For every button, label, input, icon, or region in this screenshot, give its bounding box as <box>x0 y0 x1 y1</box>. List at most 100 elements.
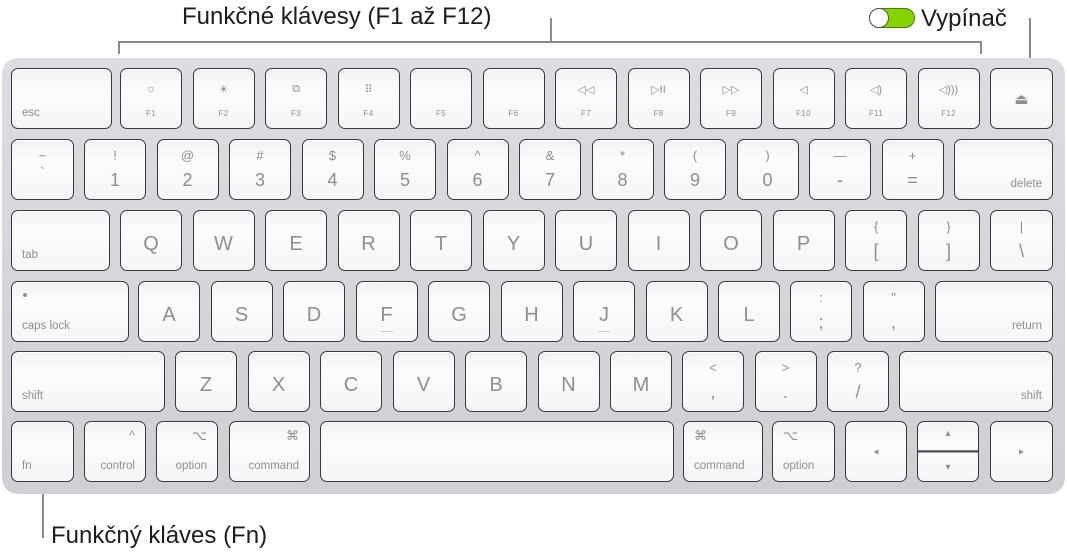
number-key[interactable]: $4 <box>301 139 364 200</box>
letter-key[interactable]: Z <box>175 351 237 412</box>
f-key-label: F11 <box>868 109 884 118</box>
key-upper-label: @ <box>180 148 195 163</box>
arrow-right-key[interactable]: ▸ <box>990 421 1053 482</box>
tab-key[interactable]: tab <box>11 210 110 271</box>
fast-forward-icon: ▷▷ <box>722 84 740 96</box>
key-upper-label: ? <box>854 360 862 375</box>
letter-key[interactable]: M <box>610 351 672 412</box>
letter-key[interactable]: I <box>627 210 690 271</box>
letter-key[interactable]: Q <box>120 210 182 271</box>
esc-key[interactable]: esc <box>11 68 112 129</box>
power-switch-callout: Vypínač <box>921 5 1007 32</box>
key-upper-label: < <box>709 360 717 375</box>
option-left-key[interactable]: ⌥ option <box>156 421 218 482</box>
f11-key[interactable]: ◁) F11 <box>845 68 907 129</box>
control-key[interactable]: ^ control <box>84 421 146 482</box>
command-left-key[interactable]: ⌘ command <box>229 421 310 482</box>
letter-key[interactable]: V <box>392 351 455 412</box>
number-key[interactable]: #3 <box>229 139 291 200</box>
f-key-label: F10 <box>796 109 811 118</box>
number-key[interactable]: ^ 6 <box>446 139 509 200</box>
punct-key[interactable]: >. <box>754 351 817 412</box>
delete-key[interactable]: delete <box>954 139 1053 200</box>
bracket-key[interactable]: {[ <box>845 210 907 271</box>
letter-key[interactable]: S <box>210 281 273 342</box>
letter-key[interactable]: G <box>428 281 490 342</box>
f-key-label: F9 <box>726 109 736 118</box>
bracket-key[interactable]: }] <box>917 210 980 271</box>
f-key-label: F5 <box>436 109 446 118</box>
number-key[interactable]: * 8 <box>591 139 654 200</box>
command-right-key[interactable]: ⌘ command <box>683 421 763 482</box>
f3-key[interactable]: ⧉ F3 <box>265 68 327 129</box>
number-key[interactable]: @2 <box>156 139 219 200</box>
f6-key[interactable]: F6 <box>482 68 545 129</box>
number-key[interactable]: — - <box>809 139 871 200</box>
punct-key[interactable]: ", <box>862 281 925 342</box>
punct-key[interactable]: <, <box>682 351 744 412</box>
letter-key[interactable]: Y <box>482 210 545 271</box>
key-lower-label: ] <box>945 241 951 261</box>
return-key[interactable]: return <box>935 281 1053 342</box>
letter-key[interactable]: D <box>283 281 345 342</box>
f-key-label: F2 <box>218 109 229 118</box>
punct-key[interactable]: :; <box>790 281 852 342</box>
letter-key[interactable]: W <box>192 210 255 271</box>
option-label: option <box>175 460 207 472</box>
arrow-left-key[interactable]: ◂ <box>845 421 907 482</box>
arrow-up-down-key[interactable]: ▴ ▾ <box>917 421 979 482</box>
number-key[interactable]: (9 <box>664 139 726 200</box>
caps-lock-key[interactable]: caps lock <box>11 281 129 342</box>
letter-key[interactable]: A <box>138 281 200 342</box>
f4-key[interactable]: ⠿ F4 <box>337 68 400 129</box>
letter-key[interactable]: O <box>700 210 762 271</box>
space-bar[interactable] <box>320 421 674 482</box>
punct-key[interactable]: ? / <box>827 351 889 412</box>
key-letter-label: I <box>655 233 662 255</box>
caps-lock-label: caps lock <box>22 320 70 332</box>
letter-key[interactable]: E <box>265 210 327 271</box>
letter-key[interactable]: B <box>465 351 527 412</box>
key-letter-label: S <box>234 304 249 326</box>
fn-key[interactable]: fn <box>11 421 74 482</box>
letter-key[interactable]: L <box>718 281 780 342</box>
bracket-key[interactable]: | \ <box>990 210 1053 271</box>
tilde-key[interactable]: ~ ` <box>11 139 74 200</box>
key-lower-label: 9 <box>689 170 700 190</box>
letter-key[interactable]: T <box>410 210 472 271</box>
arrow-left-icon: ◂ <box>873 446 879 457</box>
letter-key[interactable]: U <box>555 210 617 271</box>
shift-left-key[interactable]: shift <box>11 351 165 412</box>
letter-key[interactable]: N <box>537 351 600 412</box>
letter-key[interactable]: K <box>645 281 708 342</box>
number-key[interactable]: ! 1 <box>84 139 146 200</box>
letter-key[interactable]: P <box>772 210 835 271</box>
letter-key[interactable]: J <box>573 281 635 342</box>
f2-key[interactable]: ☀ F2 <box>192 68 255 129</box>
f1-key[interactable]: ☼ F1 <box>120 68 182 129</box>
number-key[interactable]: & 7 <box>519 139 581 200</box>
brightness-up-icon: ☀ <box>218 84 229 96</box>
letter-key[interactable]: H <box>500 281 563 342</box>
key-upper-label: { <box>873 219 879 234</box>
function-keys-callout: Funkčné klávesy (F1 až F12) <box>182 3 492 30</box>
f9-key[interactable]: ▷▷ F9 <box>700 68 762 129</box>
f-key-label: F3 <box>291 109 301 118</box>
number-key[interactable]: ) 0 <box>736 139 799 200</box>
key-letter-label: R <box>361 233 376 255</box>
f10-key[interactable]: ◁ F10 <box>772 68 835 129</box>
shift-right-key[interactable]: shift <box>899 351 1053 412</box>
key-letter-label: D <box>306 304 322 326</box>
letter-key[interactable]: C <box>320 351 382 412</box>
letter-key[interactable]: X <box>247 351 310 412</box>
f8-key[interactable]: ▷II F8 <box>627 68 690 129</box>
f12-key[interactable]: ◁))) F12 <box>917 68 980 129</box>
number-key[interactable]: + = <box>881 139 944 200</box>
option-right-key[interactable]: ⌥ option <box>772 421 835 482</box>
letter-key[interactable]: R <box>337 210 400 271</box>
letter-key[interactable]: F <box>355 281 418 342</box>
number-key[interactable]: % 5 <box>374 139 436 200</box>
f5-key[interactable]: F5 <box>410 68 472 129</box>
eject-key[interactable]: ⏏ <box>990 68 1053 129</box>
f7-key[interactable]: ◁◁ F7 <box>555 68 617 129</box>
